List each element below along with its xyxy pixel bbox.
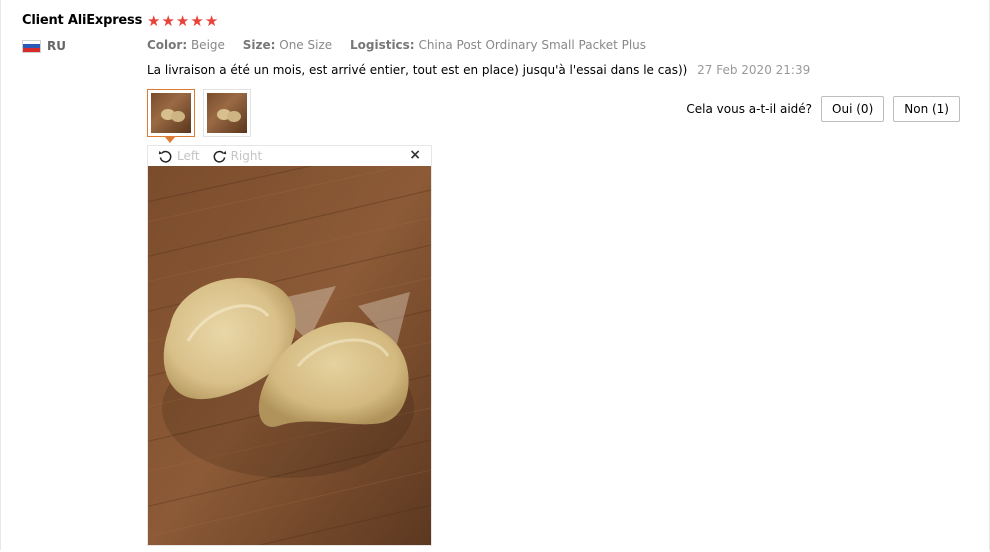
helpful-yes-button[interactable]: Oui (0) [821,96,885,122]
review-photo-thumbnail-1[interactable] [147,89,195,137]
helpful-no-button[interactable]: Non (1) [893,96,960,122]
viewer-toolbar: Left Right × [148,146,431,166]
color-value: Beige [190,38,225,52]
star-icon: ★ [175,12,190,30]
star-icon: ★ [190,12,204,30]
logistics-label: Logistics: [349,38,415,52]
rotate-right-icon [213,150,226,163]
star-icon: ★ [147,12,161,30]
rotate-right-button[interactable]: Right [212,149,263,164]
country-code: RU [47,39,66,53]
close-viewer-button[interactable]: × [409,147,421,163]
review-text: La livraison a été un mois, est arrivé e… [147,63,688,77]
photo-viewer: Left Right × [147,145,432,546]
size-label: Size: [242,38,276,52]
review-body: La livraison a été un mois, est arrivé e… [147,63,810,77]
product-attributes: Color: Beige Size: One Size Logistics: C… [147,38,660,52]
active-thumbnail-pointer-icon [165,137,175,143]
rotate-left-button[interactable]: Left [158,149,200,164]
rotate-left-label: Left [177,149,200,163]
size-value: One Size [279,38,333,52]
rotate-right-label: Right [230,149,263,163]
star-icon: ★ [161,12,175,30]
rotate-left-icon [158,150,172,163]
star-rating: ★ ★ ★ ★ ★ [147,12,218,30]
helpful-vote: Cela vous a-t-il aidé? Oui (0) Non (1) [686,96,960,122]
russia-flag-icon [22,39,41,53]
review-date: 27 Feb 2020 21:39 [697,63,811,77]
star-icon: ★ [204,12,219,30]
thumbnail-image [151,93,191,133]
review-photo-thumbnail-2[interactable] [203,89,251,137]
wooden-table-photo [148,166,431,545]
color-label: Color: [147,38,188,52]
review-photo [148,166,431,545]
thumbnail-image [207,93,247,133]
reviewer-name: Client AliExpress [22,13,143,28]
logistics-value: China Post Ordinary Small Packet Plus [418,38,647,52]
reviewer-country: RU [22,39,66,53]
helpful-question: Cela vous a-t-il aidé? [686,102,813,116]
